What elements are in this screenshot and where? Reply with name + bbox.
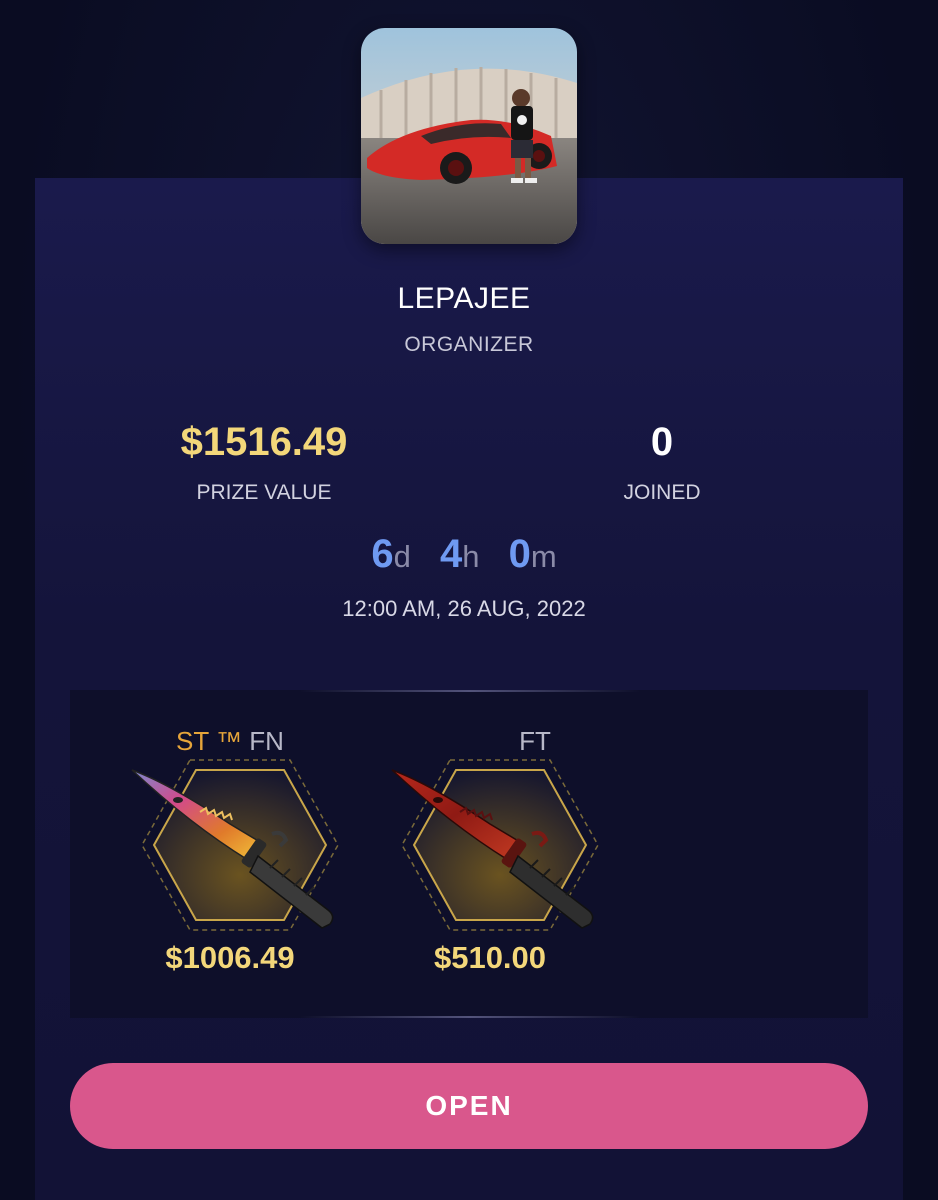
bayonet-crimson-knife-icon (391, 769, 594, 929)
countdown-minutes: 0 (508, 532, 531, 576)
joined-count: 0 (650, 420, 674, 464)
item-tags: ST ™ FN (110, 726, 350, 757)
prize-items-panel: ST ™ FN $1006.49 FT $510.00 (70, 690, 868, 1018)
end-date: 12:00 AM, 26 AUG, 2022 (342, 596, 586, 621)
giveaway-page: LEPAJEE ORGANIZER $1516.49 PRIZE VALUE 0… (0, 0, 938, 1200)
organizer-name: LEPAJEE (397, 282, 531, 315)
giveaway-card (35, 178, 903, 1200)
stattrak-tag: ST ™ (176, 726, 243, 756)
countdown-minutes-unit: m (530, 539, 557, 574)
prize-value: $1516.49 (180, 420, 348, 464)
countdown-timer: 6d 4h 0m (0, 532, 928, 577)
organizer-role: ORGANIZER (404, 333, 534, 356)
panel-divider-bottom (300, 1016, 640, 1018)
bayonet-fade-knife-icon (131, 769, 334, 929)
item-price: $510.00 (433, 940, 547, 975)
item-price: $1006.49 (165, 940, 295, 975)
item-tags: FT (370, 726, 610, 757)
countdown-days: 6 (371, 532, 394, 576)
prize-item[interactable]: ST ™ FN $1006.49 (110, 690, 350, 1018)
countdown-hours: 4 (439, 532, 463, 576)
wear-tag: FT (519, 726, 551, 756)
countdown-days-unit: d (393, 539, 411, 574)
countdown-hours-unit: h (462, 539, 480, 574)
organizer-avatar (361, 28, 577, 244)
wear-tag: FN (249, 726, 284, 756)
prize-item[interactable]: FT $510.00 (370, 690, 610, 1018)
prize-label: PRIZE VALUE (196, 481, 332, 504)
joined-label: JOINED (623, 481, 701, 504)
open-case-button[interactable]: OPEN (70, 1063, 868, 1149)
